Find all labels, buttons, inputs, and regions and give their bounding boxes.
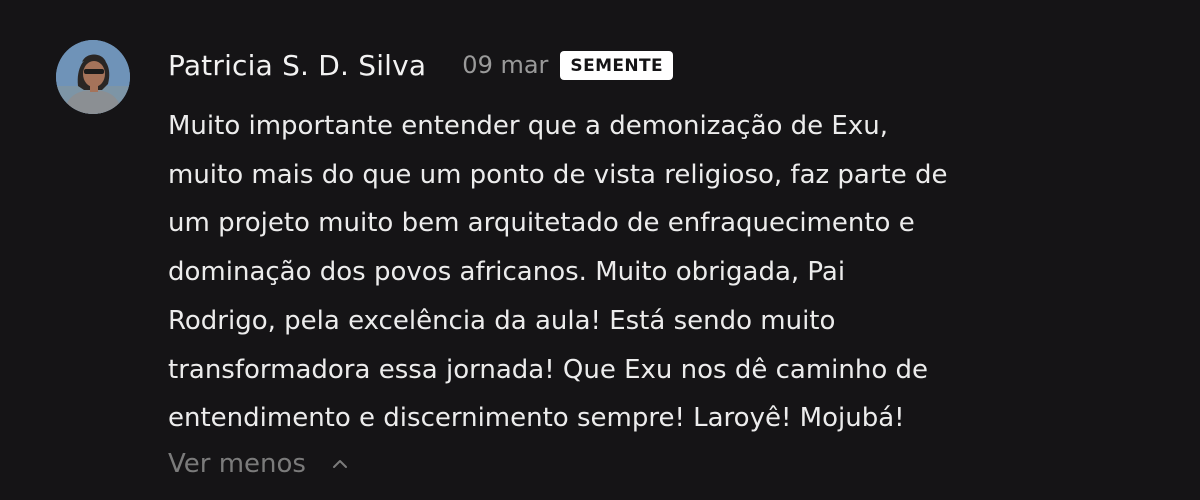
avatar[interactable] <box>56 40 130 114</box>
comment-line: muito mais do que um ponto de vista reli… <box>168 159 948 190</box>
comment-header: Patricia S. D. Silva 09 mar SEMENTE <box>168 44 674 86</box>
comment-line: um projeto muito bem arquitetado de enfr… <box>168 208 915 239</box>
comment-line: entendimento e discernimento sempre! Lar… <box>168 403 905 434</box>
comment: Patricia S. D. Silva 09 mar SEMENTE Muit… <box>0 0 1200 500</box>
avatar-photo <box>56 40 130 114</box>
show-less-button[interactable]: Ver menos <box>168 444 348 484</box>
comment-line: Muito importante entender que a demoniza… <box>168 111 888 141</box>
author-name[interactable]: Patricia S. D. Silva <box>168 49 426 82</box>
member-badge: SEMENTE <box>560 50 674 80</box>
comment-line: Rodrigo, pela excelência da aula! Está s… <box>168 305 836 336</box>
chevron-up-icon <box>332 459 348 469</box>
comment-line: dominação dos povos africanos. Muito obr… <box>168 257 846 288</box>
comment-date: 09 mar <box>462 51 549 79</box>
comment-body: Muito importante entender que a demoniza… <box>168 102 1168 443</box>
show-less-label: Ver menos <box>168 449 306 479</box>
comment-line: transformadora essa jornada! Que Exu nos… <box>168 354 929 385</box>
